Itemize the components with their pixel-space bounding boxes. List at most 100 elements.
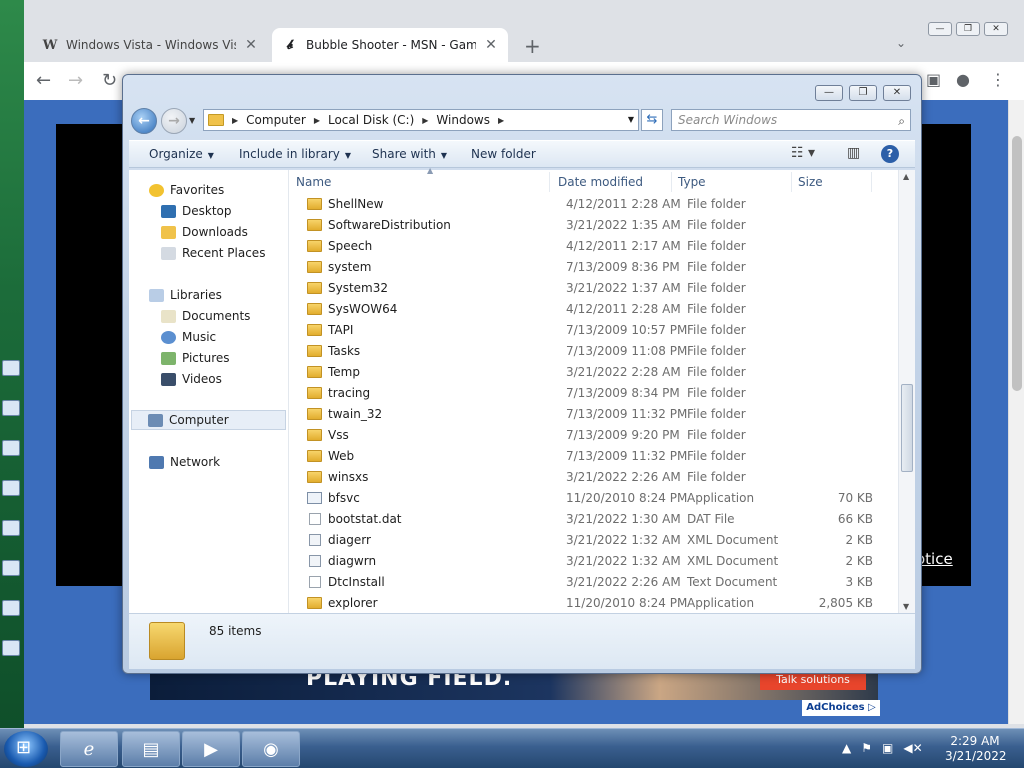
chevron-right-icon[interactable]: ▶ [498, 116, 504, 125]
windows-explorer-icon[interactable]: ▤ [122, 731, 180, 767]
back-icon[interactable]: ← [36, 70, 51, 91]
media-player-icon[interactable]: ▶ [182, 731, 240, 767]
preview-pane-icon[interactable]: ▥ [847, 145, 860, 161]
file-row[interactable]: Web 7/13/2009 11:32 PM File folder [290, 446, 890, 467]
breadcrumb-computer[interactable]: Computer [246, 113, 306, 127]
adchoices-link[interactable]: AdChoices ▷ [802, 700, 880, 716]
forward-button[interactable]: → [161, 108, 187, 134]
maximize-button[interactable]: ❐ [956, 22, 980, 36]
explorer-minimize-button[interactable]: — [815, 85, 843, 101]
file-row[interactable]: ShellNew 4/12/2011 2:28 AM File folder [290, 194, 890, 215]
minimize-button[interactable]: — [928, 22, 952, 36]
file-row[interactable]: twain_32 7/13/2009 11:32 PM File folder [290, 404, 890, 425]
file-row[interactable]: DtcInstall 3/21/2022 2:26 AM Text Document… [290, 572, 890, 593]
recent-pages-dropdown[interactable]: ▼ [189, 116, 195, 125]
show-hidden-icons[interactable]: ▲ [842, 741, 851, 755]
search-icon[interactable]: ⌕ [898, 111, 905, 131]
tab-windows-vista[interactable]: W Windows Vista - Windows Vista - ✕ [32, 28, 268, 62]
help-icon[interactable]: ? [881, 145, 899, 163]
breadcrumb-windows[interactable]: Windows [436, 113, 490, 127]
new-folder-button[interactable]: New folder [471, 147, 536, 161]
network-icon[interactable]: ▣ [882, 741, 893, 755]
new-tab-button[interactable]: + [524, 34, 541, 58]
desktop-shortcut-icon[interactable] [2, 360, 20, 376]
address-bar[interactable]: ▶ Computer ▶ Local Disk (C:) ▶ Windows ▶… [203, 109, 639, 131]
desktop-shortcut-icon[interactable] [2, 600, 20, 616]
file-row[interactable]: Temp 3/21/2022 2:28 AM File folder [290, 362, 890, 383]
view-options-icon[interactable]: ☷ ▾ [791, 145, 815, 161]
scrollbar-thumb[interactable] [901, 384, 913, 472]
close-tab-icon[interactable]: ✕ [244, 37, 258, 53]
nav-desktop[interactable]: Desktop [161, 201, 232, 221]
desktop-shortcut-icon[interactable] [2, 640, 20, 656]
nav-libraries[interactable]: Libraries [149, 285, 222, 305]
breadcrumb-local-disk[interactable]: Local Disk (C:) [328, 113, 414, 127]
start-button[interactable] [4, 731, 48, 767]
nav-favorites[interactable]: Favorites [149, 180, 224, 200]
reload-icon[interactable]: ↻ [102, 70, 117, 91]
file-row[interactable]: system 7/13/2009 8:36 PM File folder [290, 257, 890, 278]
page-scrollbar[interactable] [1008, 100, 1024, 724]
file-row[interactable]: tracing 7/13/2009 8:34 PM File folder [290, 383, 890, 404]
file-row[interactable]: TAPI 7/13/2009 10:57 PM File folder [290, 320, 890, 341]
forward-icon[interactable]: → [68, 70, 83, 91]
file-row[interactable]: SysWOW64 4/12/2011 2:28 AM File folder [290, 299, 890, 320]
file-row[interactable]: explorer 11/20/2010 8:24 PM Application 2,8… [290, 593, 890, 614]
column-header-type[interactable]: Type [672, 172, 792, 192]
organize-button[interactable]: Organize ▼ [149, 147, 214, 161]
column-header-name[interactable]: Name [290, 172, 550, 192]
chevron-right-icon[interactable]: ▶ [422, 116, 428, 125]
explorer-maximize-button[interactable]: ❐ [849, 85, 877, 101]
nav-music[interactable]: Music [161, 327, 216, 347]
chevron-right-icon[interactable]: ▶ [232, 116, 238, 125]
clock[interactable]: 2:29 AM 3/21/2022 [945, 734, 1007, 764]
column-header-size[interactable]: Size [792, 172, 872, 192]
close-tab-icon[interactable]: ✕ [484, 37, 498, 53]
address-dropdown-icon[interactable]: ▼ [628, 115, 634, 124]
file-row[interactable]: Speech 4/12/2011 2:17 AM File folder [290, 236, 890, 257]
search-input[interactable]: Search Windows ⌕ [671, 109, 911, 131]
refresh-button[interactable]: ⇆ [641, 109, 663, 131]
scroll-up-icon[interactable]: ▲ [903, 172, 909, 181]
share-with-button[interactable]: Share with ▼ [372, 147, 447, 161]
file-row[interactable]: diagerr 3/21/2022 1:32 AM XML Document 2 KB [290, 530, 890, 551]
nav-network[interactable]: Network [149, 452, 220, 472]
profile-avatar-icon[interactable]: ● [956, 70, 970, 89]
nav-computer[interactable]: Computer [131, 410, 286, 430]
file-row[interactable]: bfsvc 11/20/2010 8:24 PM Application 70 KB [290, 488, 890, 509]
side-panel-icon[interactable]: ▣ [926, 70, 941, 89]
file-row[interactable]: SoftwareDistribution 3/21/2022 1:35 AM Fil… [290, 215, 890, 236]
tab-search-button[interactable]: ⌄ [896, 36, 906, 50]
file-row[interactable]: Vss 7/13/2009 9:20 PM File folder [290, 425, 890, 446]
file-row[interactable]: System32 3/21/2022 1:37 AM File folder [290, 278, 890, 299]
desktop-shortcut-icon[interactable] [2, 480, 20, 496]
chrome-icon[interactable]: ◉ [242, 731, 300, 767]
nav-documents[interactable]: Documents [161, 306, 250, 326]
file-row[interactable]: Tasks 7/13/2009 11:08 PM File folder [290, 341, 890, 362]
chevron-right-icon[interactable]: ▶ [314, 116, 320, 125]
desktop-shortcut-icon[interactable] [2, 440, 20, 456]
desktop-shortcut-icon[interactable] [2, 400, 20, 416]
file-row[interactable]: bootstat.dat 3/21/2022 1:30 AM DAT File 66 … [290, 509, 890, 530]
scrollbar-thumb[interactable] [1012, 136, 1022, 391]
include-in-library-button[interactable]: Include in library ▼ [239, 147, 351, 161]
file-row[interactable]: diagwrn 3/21/2022 1:32 AM XML Document 2 KB [290, 551, 890, 572]
volume-muted-icon[interactable]: ◀✕ [903, 741, 922, 755]
menu-kebab-icon[interactable]: ⋮ [990, 70, 1006, 89]
close-button[interactable]: ✕ [984, 22, 1008, 36]
back-button[interactable]: ← [131, 108, 157, 134]
tab-bubble-shooter[interactable]: 𝓫 Bubble Shooter - MSN - Game P... ✕ [272, 28, 508, 62]
file-list-scrollbar[interactable]: ▲ ▼ [898, 170, 915, 613]
nav-downloads[interactable]: Downloads [161, 222, 248, 242]
action-center-flag-icon[interactable]: ⚑ [861, 741, 872, 755]
explorer-close-button[interactable]: ✕ [883, 85, 911, 101]
file-row[interactable]: winsxs 3/21/2022 2:26 AM File folder [290, 467, 890, 488]
nav-pictures[interactable]: Pictures [161, 348, 230, 368]
column-header-date-modified[interactable]: Date modified [552, 172, 672, 192]
nav-videos[interactable]: Videos [161, 369, 222, 389]
desktop-shortcut-icon[interactable] [2, 560, 20, 576]
scroll-down-icon[interactable]: ▼ [903, 602, 909, 611]
desktop-shortcut-icon[interactable] [2, 520, 20, 536]
nav-recent-places[interactable]: Recent Places [161, 243, 265, 263]
internet-explorer-icon[interactable]: ℯ [60, 731, 118, 767]
